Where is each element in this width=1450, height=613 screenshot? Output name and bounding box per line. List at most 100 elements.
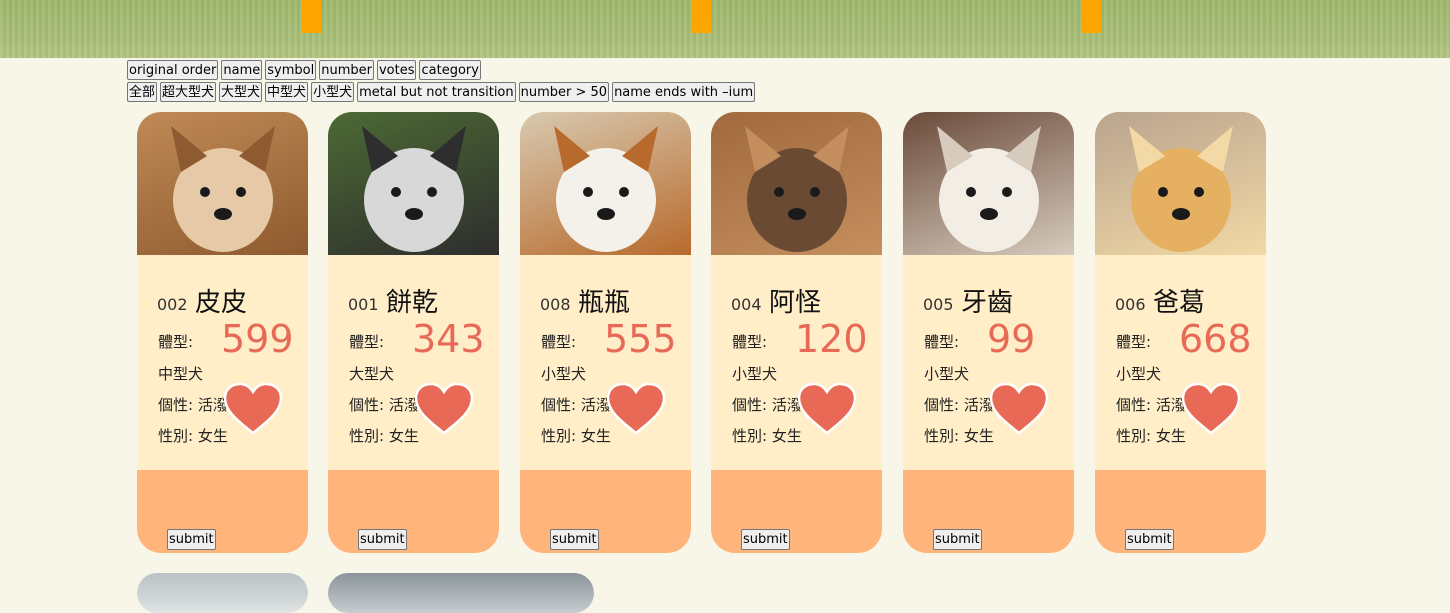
heart-icon[interactable] [989, 383, 1049, 435]
filter-toolbar: 全部 超大型犬 大型犬 中型犬 小型犬 metal but not transi… [127, 82, 756, 102]
size-label: 體型: [732, 333, 768, 351]
dog-info: 001 餅乾 體型: 343 大型犬 個性: 活潑 性別: 女生 [328, 255, 499, 470]
vote-count: 555 [604, 317, 677, 361]
dog-name: 牙齒 [961, 288, 1014, 318]
banner-marker [691, 0, 711, 33]
dog-card-partial [328, 573, 594, 613]
dog-size: 小型犬 [1116, 365, 1162, 383]
dog-number: 002 [157, 295, 188, 314]
dog-card: 001 餅乾 體型: 343 大型犬 個性: 活潑 性別: 女生 submit [328, 112, 499, 553]
dog-card: 005 牙齒 體型: 99 小型犬 個性: 活潑 性別: 女生 submit [903, 112, 1074, 553]
dog-number: 001 [348, 295, 379, 314]
dog-personality: 個性: 活潑 [732, 396, 802, 414]
sort-symbol-button[interactable]: symbol [265, 60, 317, 80]
dog-photo [711, 112, 882, 255]
dog-personality: 個性: 活潑 [1116, 396, 1186, 414]
dog-personality: 個性: 活潑 [924, 396, 994, 414]
size-label: 體型: [158, 333, 194, 351]
sort-category-button[interactable]: category [419, 60, 481, 80]
card-footer [328, 470, 499, 553]
dog-gender: 性別: 女生 [541, 427, 611, 445]
dog-card-partial [137, 573, 308, 613]
size-label: 體型: [541, 333, 577, 351]
dog-info: 005 牙齒 體型: 99 小型犬 個性: 活潑 性別: 女生 [903, 255, 1074, 470]
dog-number: 004 [731, 295, 762, 314]
heart-icon[interactable] [414, 383, 474, 435]
banner-marker [1081, 0, 1101, 33]
dog-photo [903, 112, 1074, 255]
banner-marker [301, 0, 321, 33]
filter-small-button[interactable]: 小型犬 [311, 82, 355, 102]
card-footer [711, 470, 882, 553]
sort-toolbar: original order name symbol number votes … [127, 60, 481, 80]
dog-card: 004 阿怪 體型: 120 小型犬 個性: 活潑 性別: 女生 submit [711, 112, 882, 553]
heart-icon[interactable] [1181, 383, 1241, 435]
card-footer [903, 470, 1074, 553]
dog-photo [520, 112, 691, 255]
dog-photo [328, 112, 499, 255]
dog-size: 大型犬 [349, 365, 395, 383]
vote-count: 120 [795, 317, 868, 361]
dog-info: 006 爸葛 體型: 668 小型犬 個性: 活潑 性別: 女生 [1095, 255, 1266, 470]
filter-number-button[interactable]: number > 50 [518, 82, 610, 102]
card-footer [520, 470, 691, 553]
heart-icon[interactable] [797, 383, 857, 435]
dog-personality: 個性: 活潑 [541, 396, 611, 414]
heart-icon[interactable] [223, 383, 283, 435]
filter-large-button[interactable]: 大型犬 [219, 82, 263, 102]
dog-photo [1095, 112, 1266, 255]
dog-personality: 個性: 活潑 [349, 396, 419, 414]
dog-gender: 性別: 女生 [732, 427, 802, 445]
vote-count: 343 [412, 317, 485, 361]
dog-number: 006 [1115, 295, 1146, 314]
dog-card: 006 爸葛 體型: 668 小型犬 個性: 活潑 性別: 女生 submit [1095, 112, 1266, 553]
dog-number: 008 [540, 295, 571, 314]
dog-size: 小型犬 [732, 365, 778, 383]
dog-name: 皮皮 [195, 288, 248, 318]
filter-xlarge-button[interactable]: 超大型犬 [160, 82, 217, 102]
dog-size: 中型犬 [158, 365, 204, 383]
heart-icon[interactable] [606, 383, 666, 435]
filter-metal-button[interactable]: metal but not transition [357, 82, 516, 102]
submit-button[interactable]: submit [550, 529, 599, 550]
dog-name: 阿怪 [769, 288, 822, 318]
dog-photo [137, 112, 308, 255]
submit-button[interactable]: submit [1125, 529, 1174, 550]
filter-medium-button[interactable]: 中型犬 [265, 82, 309, 102]
size-label: 體型: [349, 333, 385, 351]
dog-size: 小型犬 [924, 365, 970, 383]
dog-card: 002 皮皮 體型: 599 中型犬 個性: 活潑 性別: 女生 submit [137, 112, 308, 553]
dog-info: 004 阿怪 體型: 120 小型犬 個性: 活潑 性別: 女生 [711, 255, 882, 470]
size-label: 體型: [924, 333, 960, 351]
size-label: 體型: [1116, 333, 1152, 351]
sort-number-button[interactable]: number [319, 60, 374, 80]
dog-gender: 性別: 女生 [1116, 427, 1186, 445]
card-footer [137, 470, 308, 553]
vote-count: 599 [221, 317, 294, 361]
dog-info: 002 皮皮 體型: 599 中型犬 個性: 活潑 性別: 女生 [137, 255, 308, 470]
dog-gender: 性別: 女生 [349, 427, 419, 445]
card-footer [1095, 470, 1266, 553]
dog-name: 瓶瓶 [578, 288, 631, 318]
sort-original-order-button[interactable]: original order [127, 60, 219, 80]
submit-button[interactable]: submit [741, 529, 790, 550]
sort-votes-button[interactable]: votes [376, 60, 417, 80]
dog-size: 小型犬 [541, 365, 587, 383]
dog-name: 餅乾 [386, 288, 439, 318]
submit-button[interactable]: submit [167, 529, 216, 550]
dog-card: 008 瓶瓶 體型: 555 小型犬 個性: 活潑 性別: 女生 submit [520, 112, 691, 553]
vote-count: 99 [987, 317, 1036, 361]
dog-name: 爸葛 [1153, 288, 1206, 318]
vote-count: 668 [1179, 317, 1252, 361]
submit-button[interactable]: submit [933, 529, 982, 550]
filter-ium-button[interactable]: name ends with –ium [612, 82, 756, 102]
top-banner [0, 0, 1450, 58]
filter-all-button[interactable]: 全部 [127, 82, 158, 102]
sort-name-button[interactable]: name [221, 60, 263, 80]
dog-number: 005 [923, 295, 954, 314]
submit-button[interactable]: submit [358, 529, 407, 550]
dog-gender: 性別: 女生 [924, 427, 994, 445]
dog-personality: 個性: 活潑 [158, 396, 228, 414]
dog-info: 008 瓶瓶 體型: 555 小型犬 個性: 活潑 性別: 女生 [520, 255, 691, 470]
dog-gender: 性別: 女生 [158, 427, 228, 445]
